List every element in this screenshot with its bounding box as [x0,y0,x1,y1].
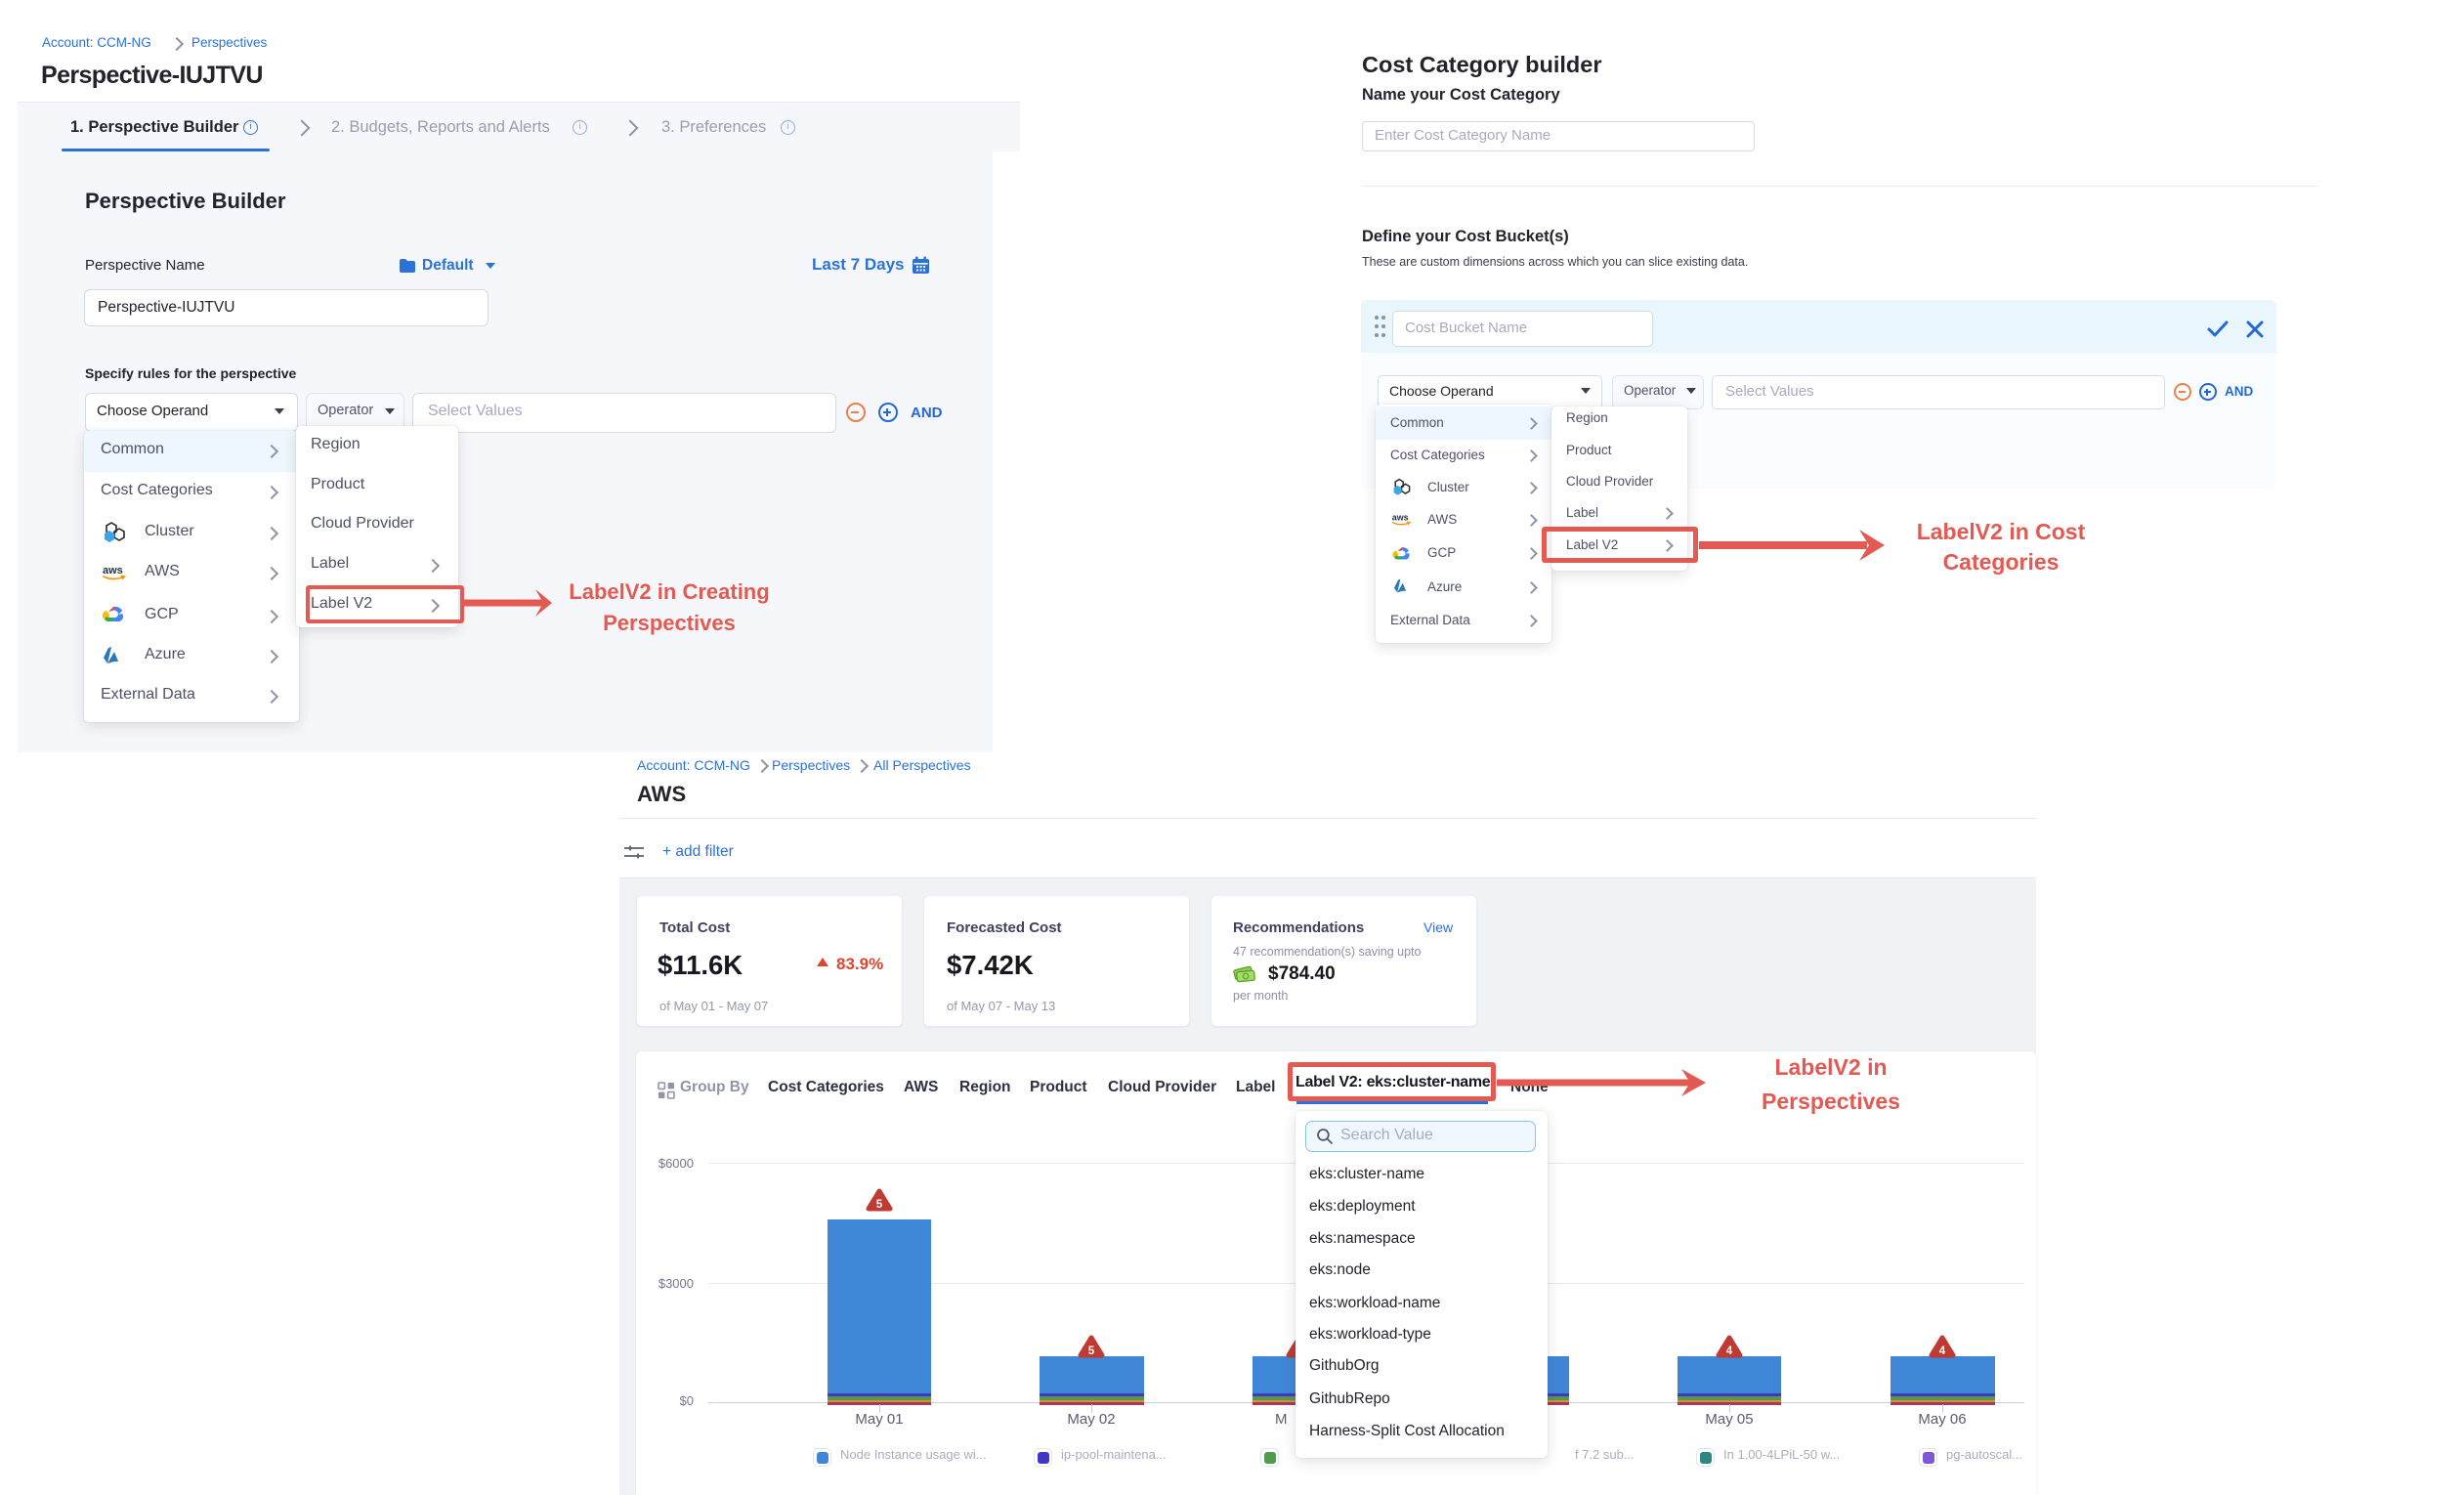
svg-text:aws: aws [103,565,123,577]
svg-text:aws: aws [1392,512,1409,522]
svg-text:5: 5 [876,1199,883,1211]
svg-text:4: 4 [1939,1346,1946,1357]
svg-text:4: 4 [1726,1346,1733,1357]
svg-text:5: 5 [1088,1346,1095,1357]
